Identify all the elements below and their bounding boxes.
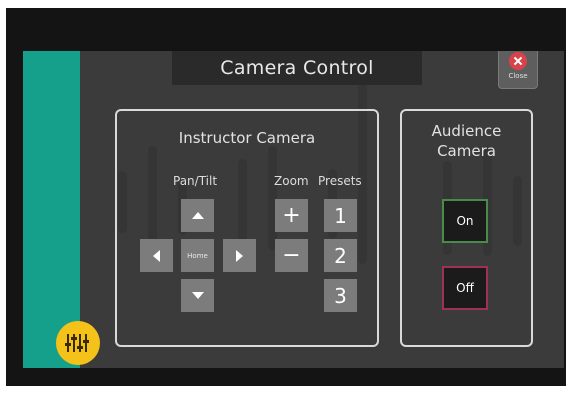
close-label: Close (508, 72, 528, 80)
app-frame: Camera Control Close Instructor Camera P… (6, 8, 566, 386)
zoom-label: Zoom (274, 174, 309, 188)
zoom-out-button[interactable]: − (275, 239, 308, 272)
preset-1-label: 1 (334, 203, 347, 228)
home-label: Home (187, 251, 208, 260)
pan-right-button[interactable] (223, 239, 256, 272)
tilt-up-button[interactable] (181, 199, 214, 232)
presets-label: Presets (318, 174, 362, 188)
arrow-right-icon (236, 249, 243, 262)
audience-off-button[interactable]: Off (442, 266, 488, 310)
instructor-camera-title: Instructor Camera (178, 129, 316, 147)
minus-icon: − (282, 242, 301, 268)
close-icon (509, 52, 527, 70)
preset-1-button[interactable]: 1 (324, 199, 357, 232)
preset-2-label: 2 (334, 243, 347, 268)
accent-sidebar (23, 51, 80, 368)
pan-tilt-label: Pan/Tilt (173, 174, 218, 188)
arrow-left-icon (153, 249, 160, 262)
tilt-down-button[interactable] (181, 279, 214, 312)
sliders-icon (65, 334, 89, 352)
audience-camera-title: Audience Camera (431, 122, 502, 160)
pan-left-button[interactable] (140, 239, 173, 272)
page-title: Camera Control (172, 51, 422, 85)
zoom-in-button[interactable]: + (275, 199, 308, 232)
preset-3-button[interactable]: 3 (324, 279, 357, 312)
preset-3-label: 3 (334, 283, 347, 308)
audience-on-button[interactable]: On (442, 199, 488, 243)
arrow-up-icon (191, 212, 204, 219)
arrow-down-icon (191, 292, 204, 299)
close-button[interactable]: Close (498, 51, 538, 89)
preset-2-button[interactable]: 2 (324, 239, 357, 272)
plus-icon: + (282, 202, 301, 228)
home-button[interactable]: Home (181, 239, 214, 272)
instructor-camera-panel: Instructor Camera Pan/Tilt Zoom Presets … (115, 109, 379, 347)
audience-camera-panel: Audience Camera On Off (400, 109, 533, 347)
camera-control-panel: Camera Control Close Instructor Camera P… (23, 51, 564, 368)
audio-mixer-button[interactable] (56, 321, 100, 365)
